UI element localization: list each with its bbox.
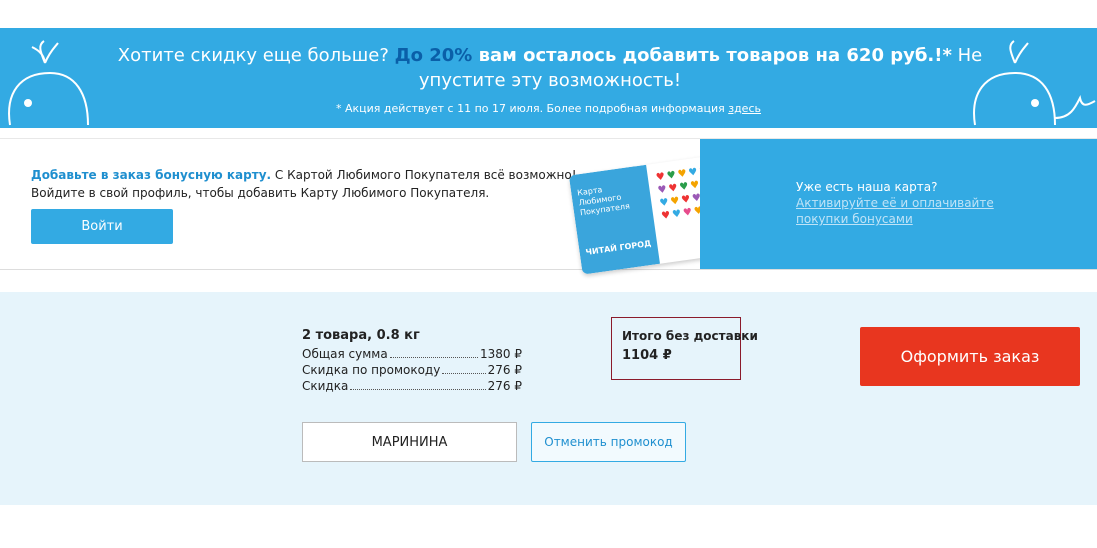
promo-note: * Акция действует с 11 по 17 июля. Более…	[336, 102, 761, 115]
login-button[interactable]: Войти	[31, 209, 173, 244]
order-summary: 2 товара, 0.8 кг Общая сумма 1380 ₽ Скидк…	[0, 292, 1097, 505]
promo-code-input[interactable]	[302, 422, 517, 462]
loyalty-text: Добавьте в заказ бонусную карту. С Карто…	[31, 168, 577, 200]
has-card-label: Уже есть наша карта?	[796, 180, 938, 194]
cancel-promo-button[interactable]: Отменить промокод	[531, 422, 686, 462]
summary-details: 2 товара, 0.8 кг Общая сумма 1380 ₽ Скидк…	[302, 328, 522, 394]
summary-row-discount: Скидка 276 ₽	[302, 379, 522, 393]
items-count: 2 товара, 0.8 кг	[302, 328, 420, 343]
checkout-button[interactable]: Оформить заказ	[860, 327, 1080, 386]
activate-card-link[interactable]: Активируйте её и оплачивайте покупки бон…	[796, 195, 996, 227]
loyalty-right-panel: Уже есть наша карта? Активируйте её и оп…	[700, 139, 1097, 269]
loyalty-card-block: Добавьте в заказ бонусную карту. С Карто…	[0, 138, 1097, 275]
promo-text: Хотите скидку еще больше? До 20% вам ост…	[117, 45, 983, 91]
total-value: 1104 ₽	[622, 348, 672, 363]
summary-row-promo-discount: Скидка по промокоду 276 ₽	[302, 363, 522, 377]
summary-row-total: Общая сумма 1380 ₽	[302, 347, 522, 361]
has-card-info: Уже есть наша карта? Активируйте её и оп…	[796, 179, 996, 227]
card-blue-side: Карта Любимого Покупателя ЧИТАЙ ГОРОД	[568, 164, 660, 275]
promo-banner: Хотите скидку еще больше? До 20% вам ост…	[0, 28, 1097, 128]
total-label: Итого без доставки	[622, 329, 758, 343]
promo-details-link[interactable]: здесь	[728, 102, 761, 115]
loyalty-left-panel: Добавьте в заказ бонусную карту. С Карто…	[0, 139, 742, 275]
